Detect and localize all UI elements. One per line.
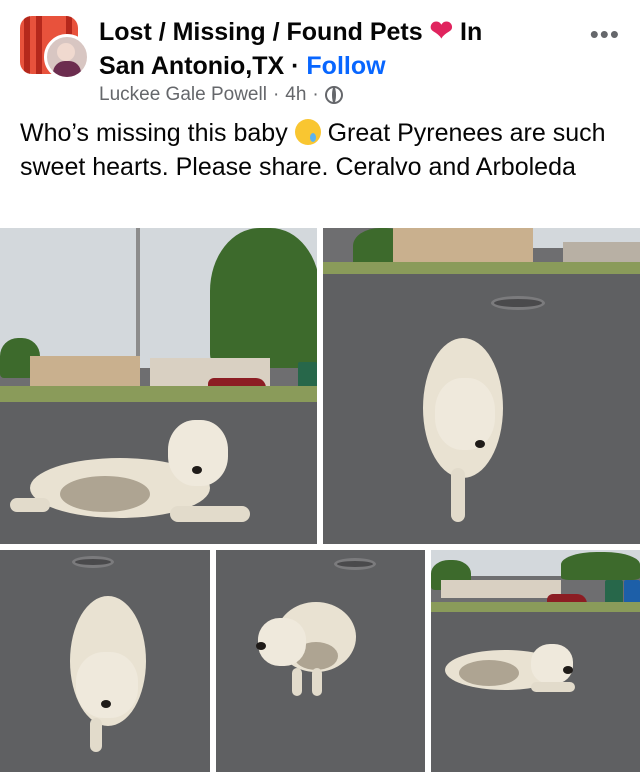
group-location[interactable]: San Antonio,TX — [99, 52, 284, 80]
post-photo-3[interactable] — [0, 550, 210, 772]
author-name[interactable]: Luckee Gale Powell — [99, 84, 267, 106]
post-time[interactable]: 4h — [285, 84, 306, 106]
avatar-stripe — [36, 16, 42, 74]
dog-nose — [563, 666, 573, 674]
meta-separator: · — [312, 84, 319, 105]
dog-tail — [10, 498, 50, 512]
group-title-in: In — [460, 18, 483, 46]
dog-paws — [531, 682, 575, 692]
dog-nose — [475, 440, 485, 448]
group-title[interactable]: Lost / Missing / Found Pets ❤ In San Ant… — [99, 14, 579, 83]
avatar-face — [57, 43, 75, 61]
follow-button[interactable]: Follow — [306, 52, 385, 80]
post-photo-5[interactable] — [431, 550, 640, 772]
author-avatar[interactable] — [44, 34, 90, 80]
post-photo-4[interactable] — [216, 550, 425, 772]
photo-grass — [0, 386, 317, 402]
utility-pole — [136, 228, 140, 368]
post-header: Lost / Missing / Found Pets ❤ In San Ant… — [0, 0, 640, 112]
manhole-cover — [72, 556, 114, 568]
dog-nose — [101, 700, 111, 708]
globe-icon[interactable] — [324, 86, 343, 104]
photo-grass — [431, 602, 640, 612]
meta-separator: · — [272, 84, 280, 105]
photo-house — [30, 356, 140, 386]
dog-nose — [256, 642, 266, 650]
dog-nose — [192, 466, 202, 474]
post-meta: Luckee Gale Powell · 4h · — [99, 84, 343, 106]
more-options-icon[interactable]: ••• — [590, 21, 620, 47]
manhole-cover — [491, 296, 545, 310]
group-name[interactable]: Lost / Missing / Found Pets — [99, 18, 423, 46]
dog-leg — [292, 668, 302, 696]
dog-fur-dirt — [459, 660, 519, 686]
dog-paws — [170, 506, 250, 522]
dog-leg — [312, 668, 322, 696]
photo-tree — [210, 228, 317, 368]
photo-grass — [323, 262, 640, 274]
dog-head — [435, 378, 495, 450]
dog-fur-dirt — [60, 476, 150, 512]
post-photo-1[interactable] — [0, 228, 317, 544]
photo-road — [431, 612, 640, 772]
dog-head — [258, 618, 306, 666]
avatar-shirt — [53, 61, 81, 77]
manhole-cover — [334, 558, 376, 570]
dog-leg — [451, 468, 465, 522]
avatar-stripe — [24, 16, 30, 74]
photo-house — [441, 580, 561, 598]
dog-leg — [90, 718, 102, 752]
post-photo-2[interactable] — [323, 228, 640, 544]
photo-house — [393, 228, 533, 262]
dog-head — [76, 652, 138, 718]
photo-house — [563, 242, 640, 264]
photo-tree — [561, 552, 640, 580]
dog-head — [531, 644, 573, 684]
post-text-part1: Who’s missing this baby — [20, 119, 288, 147]
crying-face-emoji — [294, 119, 321, 145]
title-separator: · — [291, 52, 300, 80]
heart-icon: ❤ — [429, 15, 454, 46]
post-body-text: Who’s missing this baby Great Pyrenees a… — [20, 116, 620, 184]
dog-head — [168, 420, 228, 486]
